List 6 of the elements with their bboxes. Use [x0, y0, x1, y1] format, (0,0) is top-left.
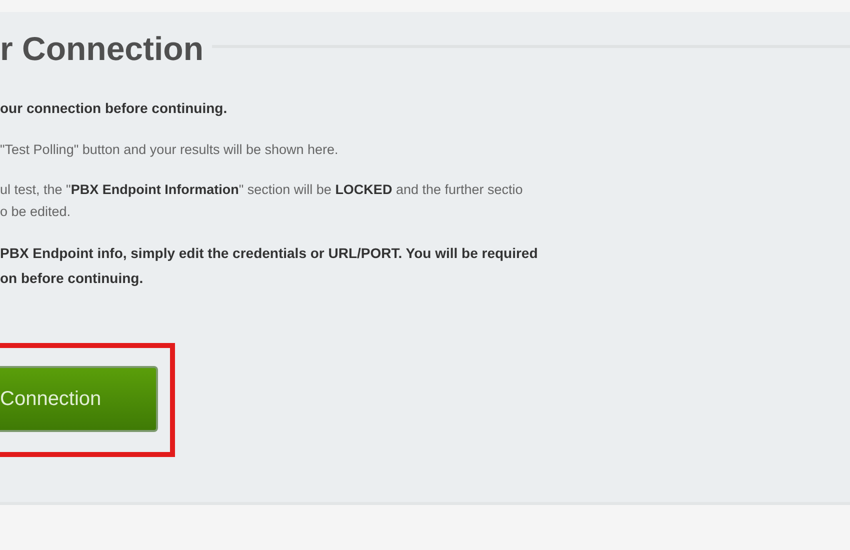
instruction-text: PBX Endpoint info, simply edit the credentials or URL/PORT. You will be required on before continuing.	[0, 244, 539, 288]
instruction-text: "Test Polling" button and your results will be shown here.	[0, 141, 340, 159]
instruction-text: our connection before continuing.	[0, 99, 228, 118]
instruction-text: ul test, the "PBX Endpoint Information" section will be LOCKED and the further sectio o be edited.	[0, 181, 524, 221]
section-title: r Connection	[0, 30, 204, 68]
connection-button[interactable]: Connection	[0, 366, 158, 432]
